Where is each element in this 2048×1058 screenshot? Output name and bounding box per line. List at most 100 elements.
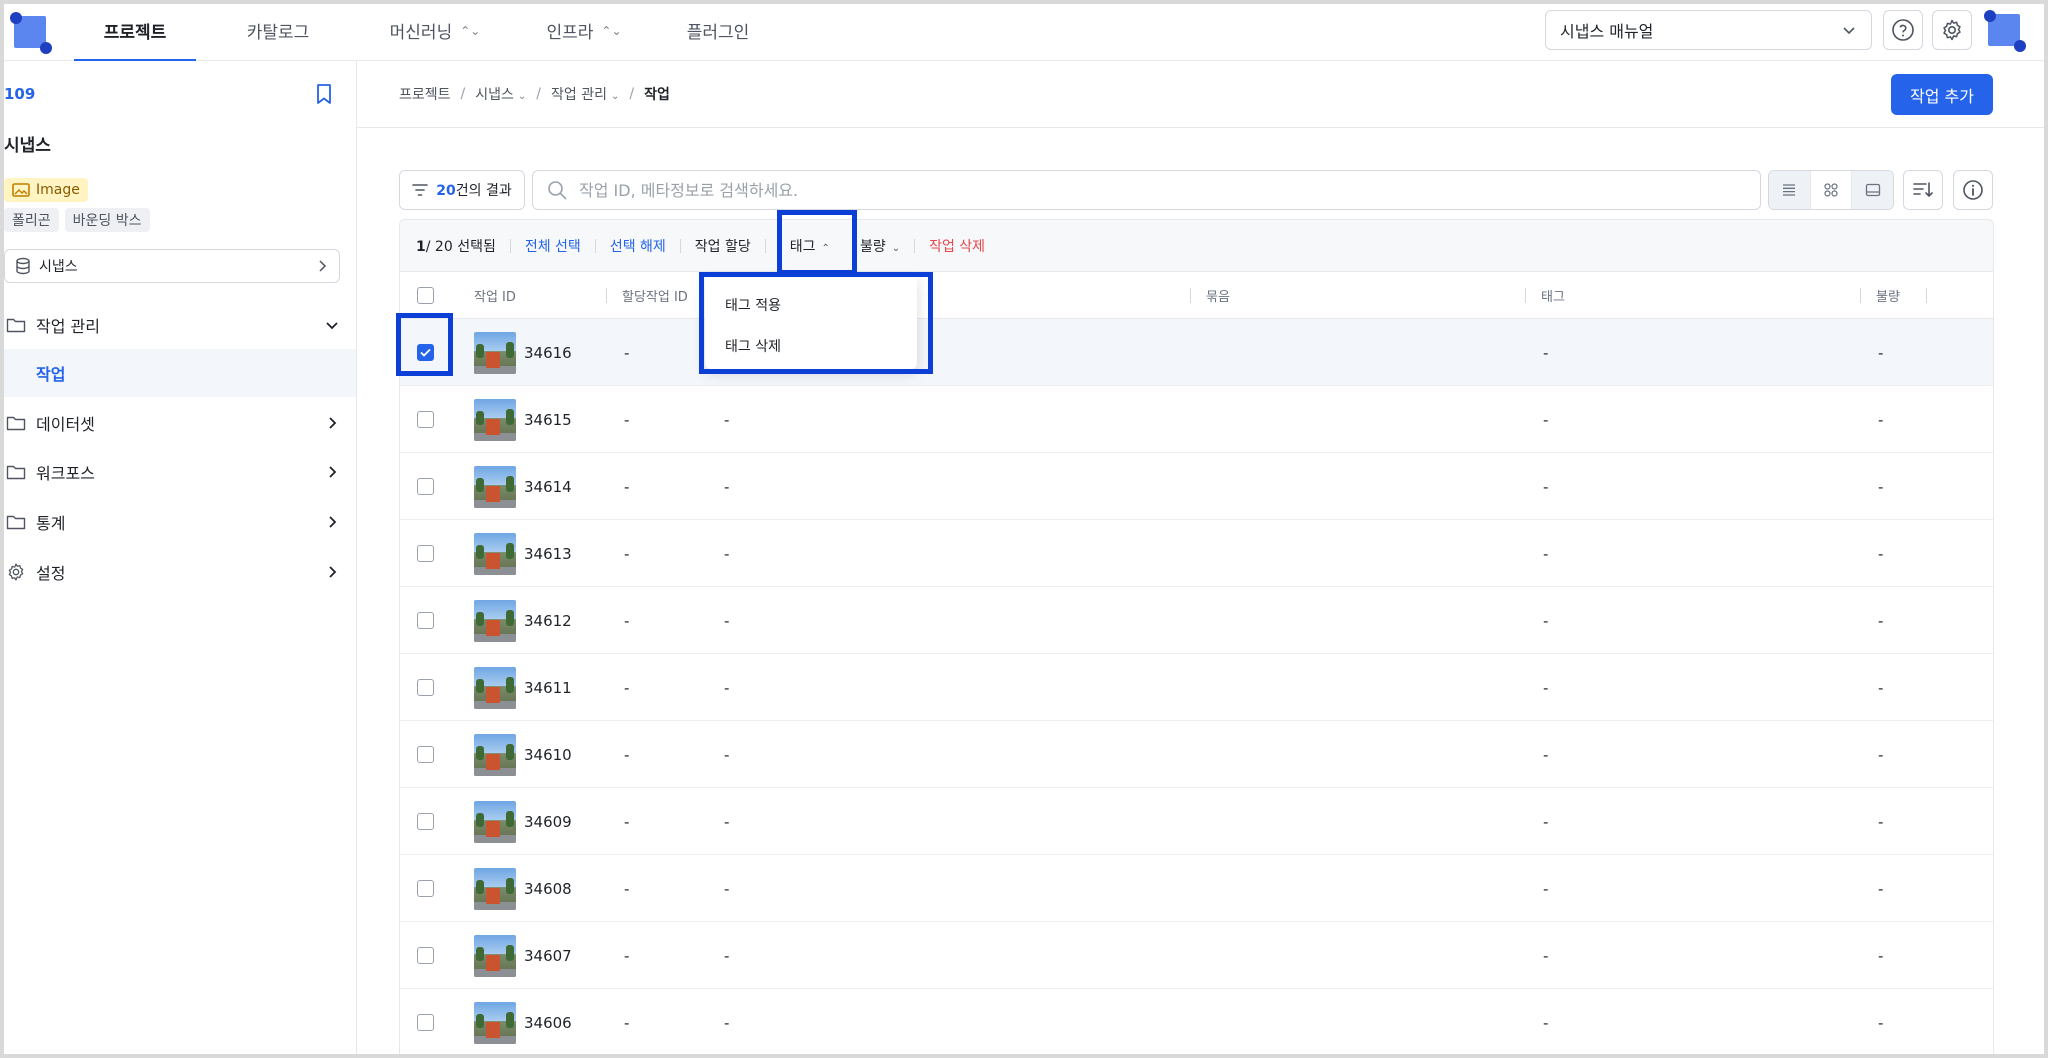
row-thumbnail[interactable]: [474, 520, 516, 587]
image-thumbnail: [474, 800, 516, 843]
row-thumbnail[interactable]: [474, 587, 516, 654]
deselect-button[interactable]: 선택 해제: [610, 236, 666, 256]
column-header-task-id[interactable]: 작업 ID: [474, 272, 516, 319]
row-thumbnail[interactable]: [474, 721, 516, 788]
row-thumbnail[interactable]: [474, 788, 516, 855]
row-checkbox[interactable]: [417, 453, 434, 520]
sidebar-item-settings[interactable]: 설정: [0, 548, 356, 596]
table-row[interactable]: 34608 - - - -: [400, 855, 1993, 922]
row-col3: -: [724, 1013, 730, 1032]
assign-task-button[interactable]: 작업 할당: [695, 236, 751, 256]
nav-item-catalog[interactable]: 카탈로그: [196, 0, 360, 61]
row-checkbox[interactable]: [417, 386, 434, 453]
nav-item-infra[interactable]: 인프라 ⌃⌄: [510, 0, 658, 61]
table-row[interactable]: 34610 - - - -: [400, 721, 1993, 788]
filter-results-button[interactable]: 20건의 결과: [399, 170, 525, 210]
column-header-tag[interactable]: 태그: [1541, 272, 1565, 319]
tag-menu-button[interactable]: 태그 ⌃: [790, 236, 830, 256]
row-assigned-id: -: [624, 812, 630, 831]
dataset-select[interactable]: 시냅스: [4, 249, 340, 283]
column-header-assigned-id[interactable]: 할당작업 ID: [622, 272, 688, 319]
sidebar-item-statistics[interactable]: 통계: [0, 498, 356, 546]
row-task-id[interactable]: 34607: [524, 922, 572, 989]
breadcrumb-item-synapse[interactable]: 시냅스 ⌄: [475, 84, 526, 104]
settings-button[interactable]: [1932, 10, 1972, 50]
image-thumbnail: [474, 331, 516, 374]
nav-item-plugin[interactable]: 플러그인: [658, 0, 778, 61]
sidebar-subitem-task[interactable]: 작업: [0, 349, 356, 397]
row-checkbox[interactable]: [417, 520, 434, 587]
folder-icon: [6, 416, 26, 431]
preview-view-button[interactable]: [1851, 171, 1893, 209]
row-assigned-id: -: [624, 678, 630, 697]
row-thumbnail[interactable]: [474, 654, 516, 721]
user-avatar[interactable]: [1982, 8, 2026, 52]
tag-remove-option[interactable]: 태그 삭제: [725, 334, 781, 358]
info-button[interactable]: [1953, 170, 1993, 210]
sort-button[interactable]: [1903, 170, 1943, 210]
row-checkbox[interactable]: [417, 721, 434, 788]
row-col3: -: [724, 477, 730, 496]
row-task-id[interactable]: 34616: [524, 319, 572, 386]
row-thumbnail[interactable]: [474, 989, 516, 1056]
table-row[interactable]: 34609 - - - -: [400, 788, 1993, 855]
row-thumbnail[interactable]: [474, 386, 516, 453]
row-checkbox[interactable]: [417, 788, 434, 855]
row-thumbnail[interactable]: [474, 453, 516, 520]
row-checkbox[interactable]: [417, 319, 434, 386]
row-checkbox[interactable]: [417, 587, 434, 654]
chevron-right-icon: [329, 417, 337, 429]
sidebar-item-dataset[interactable]: 데이터셋: [0, 399, 356, 447]
row-col3: -: [724, 410, 730, 429]
row-task-id[interactable]: 34608: [524, 855, 572, 922]
row-task-id[interactable]: 34606: [524, 989, 572, 1056]
defect-menu-button[interactable]: 불량 ⌄: [860, 236, 900, 256]
nav-item-ml[interactable]: 머신러닝 ⌃⌄: [360, 0, 510, 61]
row-task-id[interactable]: 34609: [524, 788, 572, 855]
column-header-bundle[interactable]: 묶음: [1206, 272, 1230, 319]
table-row[interactable]: 34614 - - - -: [400, 453, 1993, 520]
result-count: 20: [436, 183, 456, 199]
grid-view-button[interactable]: [1809, 171, 1852, 209]
table-row[interactable]: 34616 - - -: [400, 319, 1993, 386]
table-row[interactable]: 34615 - - - -: [400, 386, 1993, 453]
sidebar-item-workforce[interactable]: 워크포스: [0, 448, 356, 496]
breadcrumb-item-task-management[interactable]: 작업 관리 ⌄: [551, 84, 619, 104]
row-task-id[interactable]: 34611: [524, 654, 572, 721]
app-logo[interactable]: [8, 10, 52, 54]
row-checkbox[interactable]: [417, 989, 434, 1056]
row-task-id[interactable]: 34612: [524, 587, 572, 654]
table-row[interactable]: 34606 - - - -: [400, 989, 1993, 1056]
row-col3: -: [724, 879, 730, 898]
table-row[interactable]: 34613 - - - -: [400, 520, 1993, 587]
row-task-id[interactable]: 34613: [524, 520, 572, 587]
search-input[interactable]: [579, 180, 1746, 200]
help-button[interactable]: [1883, 10, 1923, 50]
image-thumbnail: [474, 666, 516, 709]
annotation-badge-bbox: 바운딩 박스: [64, 208, 150, 232]
workspace-select[interactable]: 시냅스 매뉴얼: [1545, 10, 1872, 50]
list-view-button[interactable]: [1769, 171, 1810, 209]
row-task-id[interactable]: 34615: [524, 386, 572, 453]
table-row[interactable]: 34611 - - - -: [400, 654, 1993, 721]
row-thumbnail[interactable]: [474, 319, 516, 386]
table-row[interactable]: 34612 - - - -: [400, 587, 1993, 654]
row-checkbox[interactable]: [417, 855, 434, 922]
nav-item-project[interactable]: 프로젝트: [74, 0, 196, 62]
row-thumbnail[interactable]: [474, 922, 516, 989]
select-all-checkbox[interactable]: [417, 272, 434, 319]
bookmark-button[interactable]: [314, 83, 334, 109]
table-row[interactable]: 34607 - - - -: [400, 922, 1993, 989]
row-checkbox[interactable]: [417, 654, 434, 721]
add-task-button[interactable]: 작업 추가: [1891, 74, 1993, 115]
breadcrumb-item-project[interactable]: 프로젝트: [399, 84, 451, 104]
select-all-button[interactable]: 전체 선택: [525, 236, 581, 256]
column-header-defect[interactable]: 불량: [1876, 272, 1900, 319]
row-thumbnail[interactable]: [474, 855, 516, 922]
row-task-id[interactable]: 34614: [524, 453, 572, 520]
delete-task-button[interactable]: 작업 삭제: [929, 236, 985, 256]
row-checkbox[interactable]: [417, 922, 434, 989]
tag-apply-option[interactable]: 태그 적용: [725, 293, 781, 317]
sidebar-item-task-management[interactable]: 작업 관리: [0, 301, 356, 349]
row-task-id[interactable]: 34610: [524, 721, 572, 788]
